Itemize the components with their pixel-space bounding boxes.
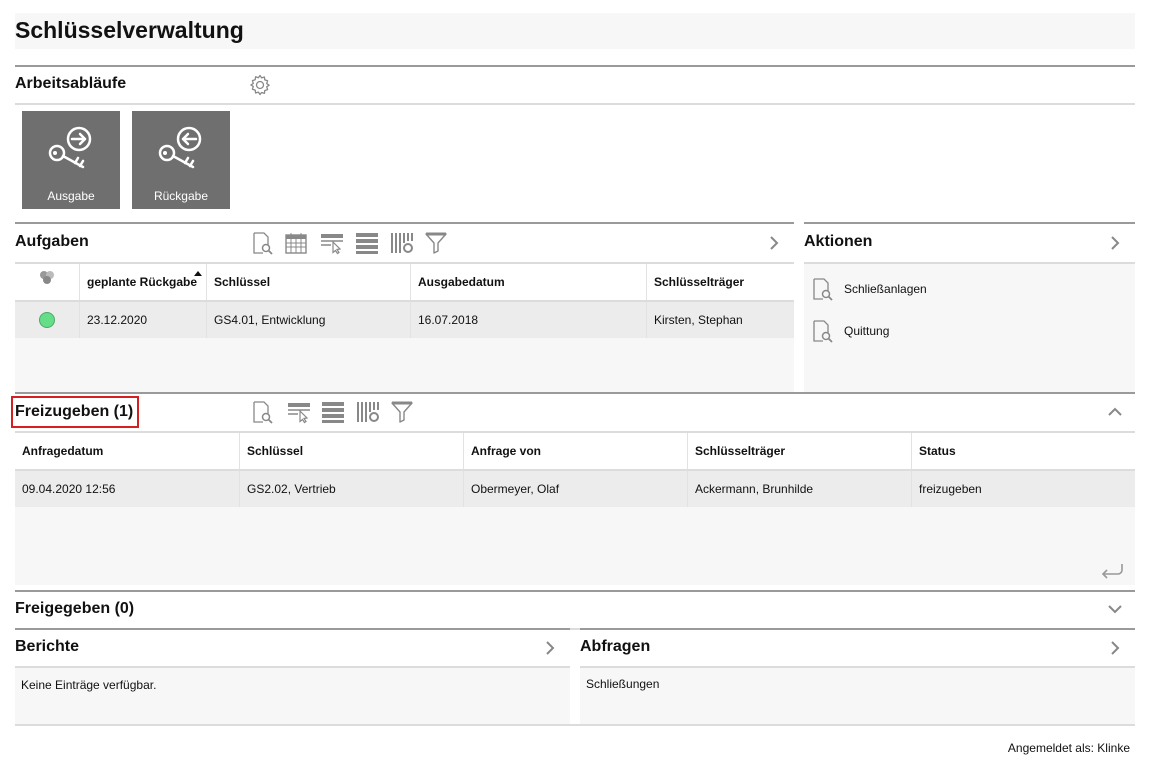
- tasks-title: Aufgaben: [15, 233, 89, 250]
- sort-ascending-icon: [194, 271, 202, 276]
- tasks-grid-header: geplante Rückgabe Schlüssel Ausgabedatum…: [15, 264, 794, 302]
- action-quittung[interactable]: Quittung: [810, 317, 889, 345]
- tile-rueckgabe-label: Rückgabe: [153, 189, 209, 203]
- workflows-title: Arbeitsabläufe: [15, 75, 127, 92]
- reports-header: [15, 628, 570, 668]
- action-label: Quittung: [844, 324, 890, 338]
- col-planned-return[interactable]: geplante Rückgabe: [79, 264, 206, 300]
- filter-icon[interactable]: [424, 231, 448, 255]
- preview-document-icon: [813, 320, 833, 343]
- key-cell: GS2.02, Vertrieb: [239, 471, 463, 507]
- table-row[interactable]: 23.12.2020 GS4.01, Entwicklung 16.07.201…: [15, 302, 794, 338]
- reports-empty-text: Keine Einträge verfügbar.: [21, 678, 157, 692]
- column-settings-icon[interactable]: [390, 231, 414, 255]
- col-issue-date[interactable]: Ausgabedatum: [410, 264, 646, 300]
- chevron-right-icon[interactable]: [542, 640, 558, 656]
- status-cell: [15, 302, 79, 338]
- key-return-icon: [158, 126, 202, 169]
- chevron-right-icon[interactable]: [1107, 640, 1123, 656]
- to-release-title: Freizugeben (1): [15, 403, 134, 420]
- return-arrow-icon[interactable]: [1099, 561, 1125, 581]
- request-date-cell: 09.04.2020 12:56: [22, 482, 116, 496]
- status-dots-icon: [40, 271, 54, 284]
- issue-date-cell: 16.07.2018: [410, 302, 646, 338]
- released-header: [15, 590, 1135, 630]
- key-out-icon: [48, 126, 92, 169]
- reports-panel: Keine Einträge verfügbar.: [15, 668, 570, 724]
- queries-header: [580, 628, 1135, 668]
- col-key[interactable]: Schlüssel: [206, 264, 410, 300]
- action-label: Schließanlagen: [844, 282, 927, 296]
- holder-cell: Kirsten, Stephan: [646, 302, 794, 338]
- calendar-icon[interactable]: [284, 231, 308, 255]
- tile-ausgabe[interactable]: Ausgabe: [22, 111, 120, 209]
- chevron-right-icon[interactable]: [766, 235, 782, 251]
- reports-title: Berichte: [15, 638, 80, 655]
- bottom-divider: [15, 724, 1135, 726]
- key-cell: GS4.01, Entwicklung: [206, 302, 410, 338]
- rows-list-icon[interactable]: [321, 400, 345, 424]
- column-settings-icon[interactable]: [356, 400, 380, 424]
- status-column-header[interactable]: [15, 264, 79, 300]
- preview-document-icon[interactable]: [250, 231, 274, 255]
- select-rows-icon[interactable]: [320, 231, 344, 255]
- col-status[interactable]: Status: [911, 433, 1135, 469]
- preview-document-icon: [813, 278, 833, 301]
- gear-icon[interactable]: [248, 73, 272, 97]
- chevron-right-icon[interactable]: [1107, 235, 1123, 251]
- col-holder[interactable]: Schlüsselträger: [687, 433, 911, 469]
- to-release-grid: Anfragedatum Schlüssel Anfrage von Schlü…: [15, 433, 1135, 585]
- tile-rueckgabe[interactable]: Rückgabe: [132, 111, 230, 209]
- workflows-header: [15, 65, 1135, 105]
- queries-panel: Schließungen: [580, 668, 1135, 724]
- action-schliessanlagen[interactable]: Schließanlagen: [810, 275, 927, 303]
- filter-icon[interactable]: [390, 400, 414, 424]
- page-title: Schlüsselverwaltung: [15, 17, 244, 43]
- select-rows-icon[interactable]: [287, 400, 311, 424]
- col-requested-by[interactable]: Anfrage von: [463, 433, 687, 469]
- chevron-down-icon[interactable]: [1107, 601, 1123, 617]
- tasks-grid: geplante Rückgabe Schlüssel Ausgabedatum…: [15, 264, 794, 392]
- released-title: Freigegeben (0): [15, 600, 135, 617]
- requested-by-cell: Obermeyer, Olaf: [463, 471, 687, 507]
- chevron-up-icon[interactable]: [1107, 404, 1123, 420]
- actions-title: Aktionen: [804, 233, 873, 250]
- status-cell: freizugeben: [911, 471, 1135, 507]
- planned-return-cell: 23.12.2020: [79, 302, 206, 338]
- tile-ausgabe-label: Ausgabe: [47, 189, 95, 203]
- preview-document-icon[interactable]: [250, 400, 274, 424]
- logged-in-user: Angemeldet als: Klinke: [1007, 741, 1130, 755]
- to-release-header: [15, 392, 1135, 433]
- holder-cell: Ackermann, Brunhilde: [687, 471, 911, 507]
- rows-list-icon[interactable]: [355, 231, 379, 255]
- query-item-schliessungen[interactable]: Schließungen: [586, 677, 659, 691]
- to-release-grid-header: Anfragedatum Schlüssel Anfrage von Schlü…: [15, 433, 1135, 471]
- col-key[interactable]: Schlüssel: [239, 433, 463, 469]
- actions-panel: Schließanlagen Quittung: [804, 264, 1135, 392]
- queries-title: Abfragen: [580, 638, 651, 655]
- status-ok-indicator: [39, 312, 55, 328]
- table-row[interactable]: 09.04.2020 12:56 GS2.02, Vertrieb Oberme…: [15, 471, 1135, 507]
- col-request-date[interactable]: Anfragedatum: [15, 433, 239, 469]
- col-holder[interactable]: Schlüsselträger: [646, 264, 794, 300]
